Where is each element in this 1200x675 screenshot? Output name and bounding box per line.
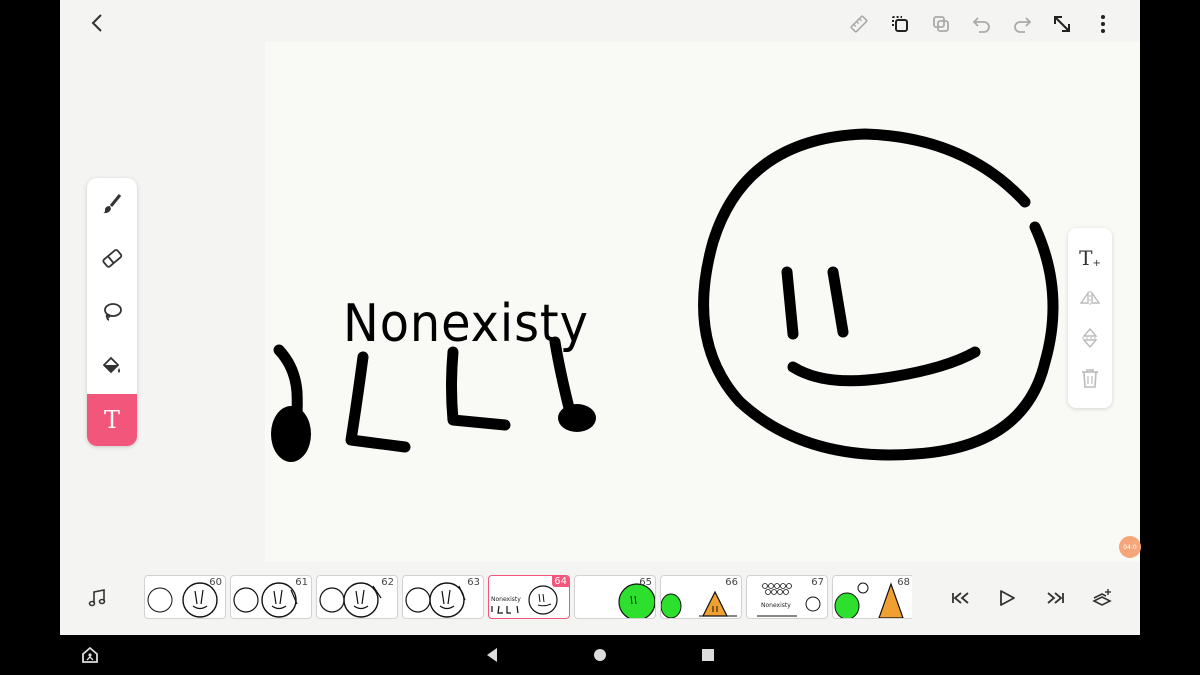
- brush-tool[interactable]: [87, 178, 137, 230]
- frame-number: 63: [467, 577, 480, 588]
- paint-bucket-icon: [100, 354, 124, 378]
- copy-layer-icon[interactable]: [887, 11, 913, 37]
- frame-thumbnail[interactable]: 63: [402, 575, 484, 619]
- frame-number: 62: [381, 577, 394, 588]
- frame-number: 60: [209, 577, 222, 588]
- frame-thumbnail[interactable]: 66: [660, 575, 742, 619]
- eraser-tool[interactable]: [87, 232, 137, 284]
- skip-to-start-icon[interactable]: [948, 585, 974, 611]
- accessibility-icon[interactable]: [78, 643, 102, 667]
- flip-vertical-icon[interactable]: [1068, 318, 1112, 358]
- drawing-canvas[interactable]: Nonexisty: [265, 42, 1140, 562]
- more-vertical-icon[interactable]: [1090, 11, 1116, 37]
- text-options-panel: T +: [1068, 228, 1112, 408]
- flipaclip-app: Nonexisty T T + 60 61 62 63 Nonexisty 64…: [60, 0, 1140, 635]
- frame-thumbnail[interactable]: 68: [832, 575, 912, 619]
- chevron-left-icon[interactable]: [84, 10, 110, 36]
- frame-thumbnail[interactable]: 65: [574, 575, 656, 619]
- top-bar: [60, 0, 1140, 46]
- onion-skin-icon[interactable]: [1089, 585, 1115, 611]
- undo-icon[interactable]: [969, 11, 995, 37]
- frame-thumbnail[interactable]: Nonexisty 67: [746, 575, 828, 619]
- home-circle-icon[interactable]: [588, 643, 612, 667]
- redo-icon[interactable]: [1009, 11, 1035, 37]
- system-navigation-bar: [0, 635, 1200, 675]
- frame-number: 64: [552, 576, 569, 587]
- recents-square-icon[interactable]: [696, 643, 720, 667]
- frame-text: Nonexisty: [491, 596, 521, 603]
- fullscreen-icon[interactable]: [1049, 11, 1075, 37]
- ruler-icon[interactable]: [846, 11, 872, 37]
- frame-number: 61: [295, 577, 308, 588]
- tool-palette: T: [87, 178, 137, 446]
- music-note-icon[interactable]: [84, 585, 110, 611]
- frame-thumbnail[interactable]: 61: [230, 575, 312, 619]
- skip-to-end-icon[interactable]: [1042, 585, 1068, 611]
- layers-icon[interactable]: [928, 11, 954, 37]
- brush-icon: [100, 192, 124, 216]
- frame-number: 66: [725, 577, 738, 588]
- lasso-tool[interactable]: [87, 286, 137, 338]
- flip-horizontal-icon[interactable]: [1068, 278, 1112, 318]
- frame-strip: 60 61 62 63 Nonexisty 64 65 66 Nonexisty…: [144, 575, 912, 621]
- frame-number: 65: [639, 577, 652, 588]
- frame-thumbnail-current[interactable]: Nonexisty 64: [488, 575, 570, 619]
- lasso-icon: [100, 300, 124, 324]
- frame-number: 68: [897, 577, 910, 588]
- recording-timer-badge[interactable]: 04:0: [1119, 536, 1141, 558]
- add-text-icon[interactable]: T +: [1068, 238, 1112, 278]
- frame-thumbnail[interactable]: 60: [144, 575, 226, 619]
- frame-thumbnail[interactable]: 62: [316, 575, 398, 619]
- trash-icon[interactable]: [1068, 358, 1112, 398]
- frame-number: 67: [811, 577, 824, 588]
- text-tool[interactable]: T: [87, 394, 137, 446]
- canvas-text-nonexisty[interactable]: Nonexisty: [343, 294, 589, 354]
- frame-text: Nonexisty: [761, 602, 791, 609]
- frame-timeline: 60 61 62 63 Nonexisty 64 65 66 Nonexisty…: [60, 567, 1140, 635]
- text-tool-icon: T: [103, 406, 120, 434]
- add-text-label: T: [1079, 246, 1093, 270]
- play-icon[interactable]: [994, 585, 1020, 611]
- eraser-icon: [100, 246, 124, 270]
- fill-tool[interactable]: [87, 340, 137, 392]
- back-triangle-icon[interactable]: [480, 643, 504, 667]
